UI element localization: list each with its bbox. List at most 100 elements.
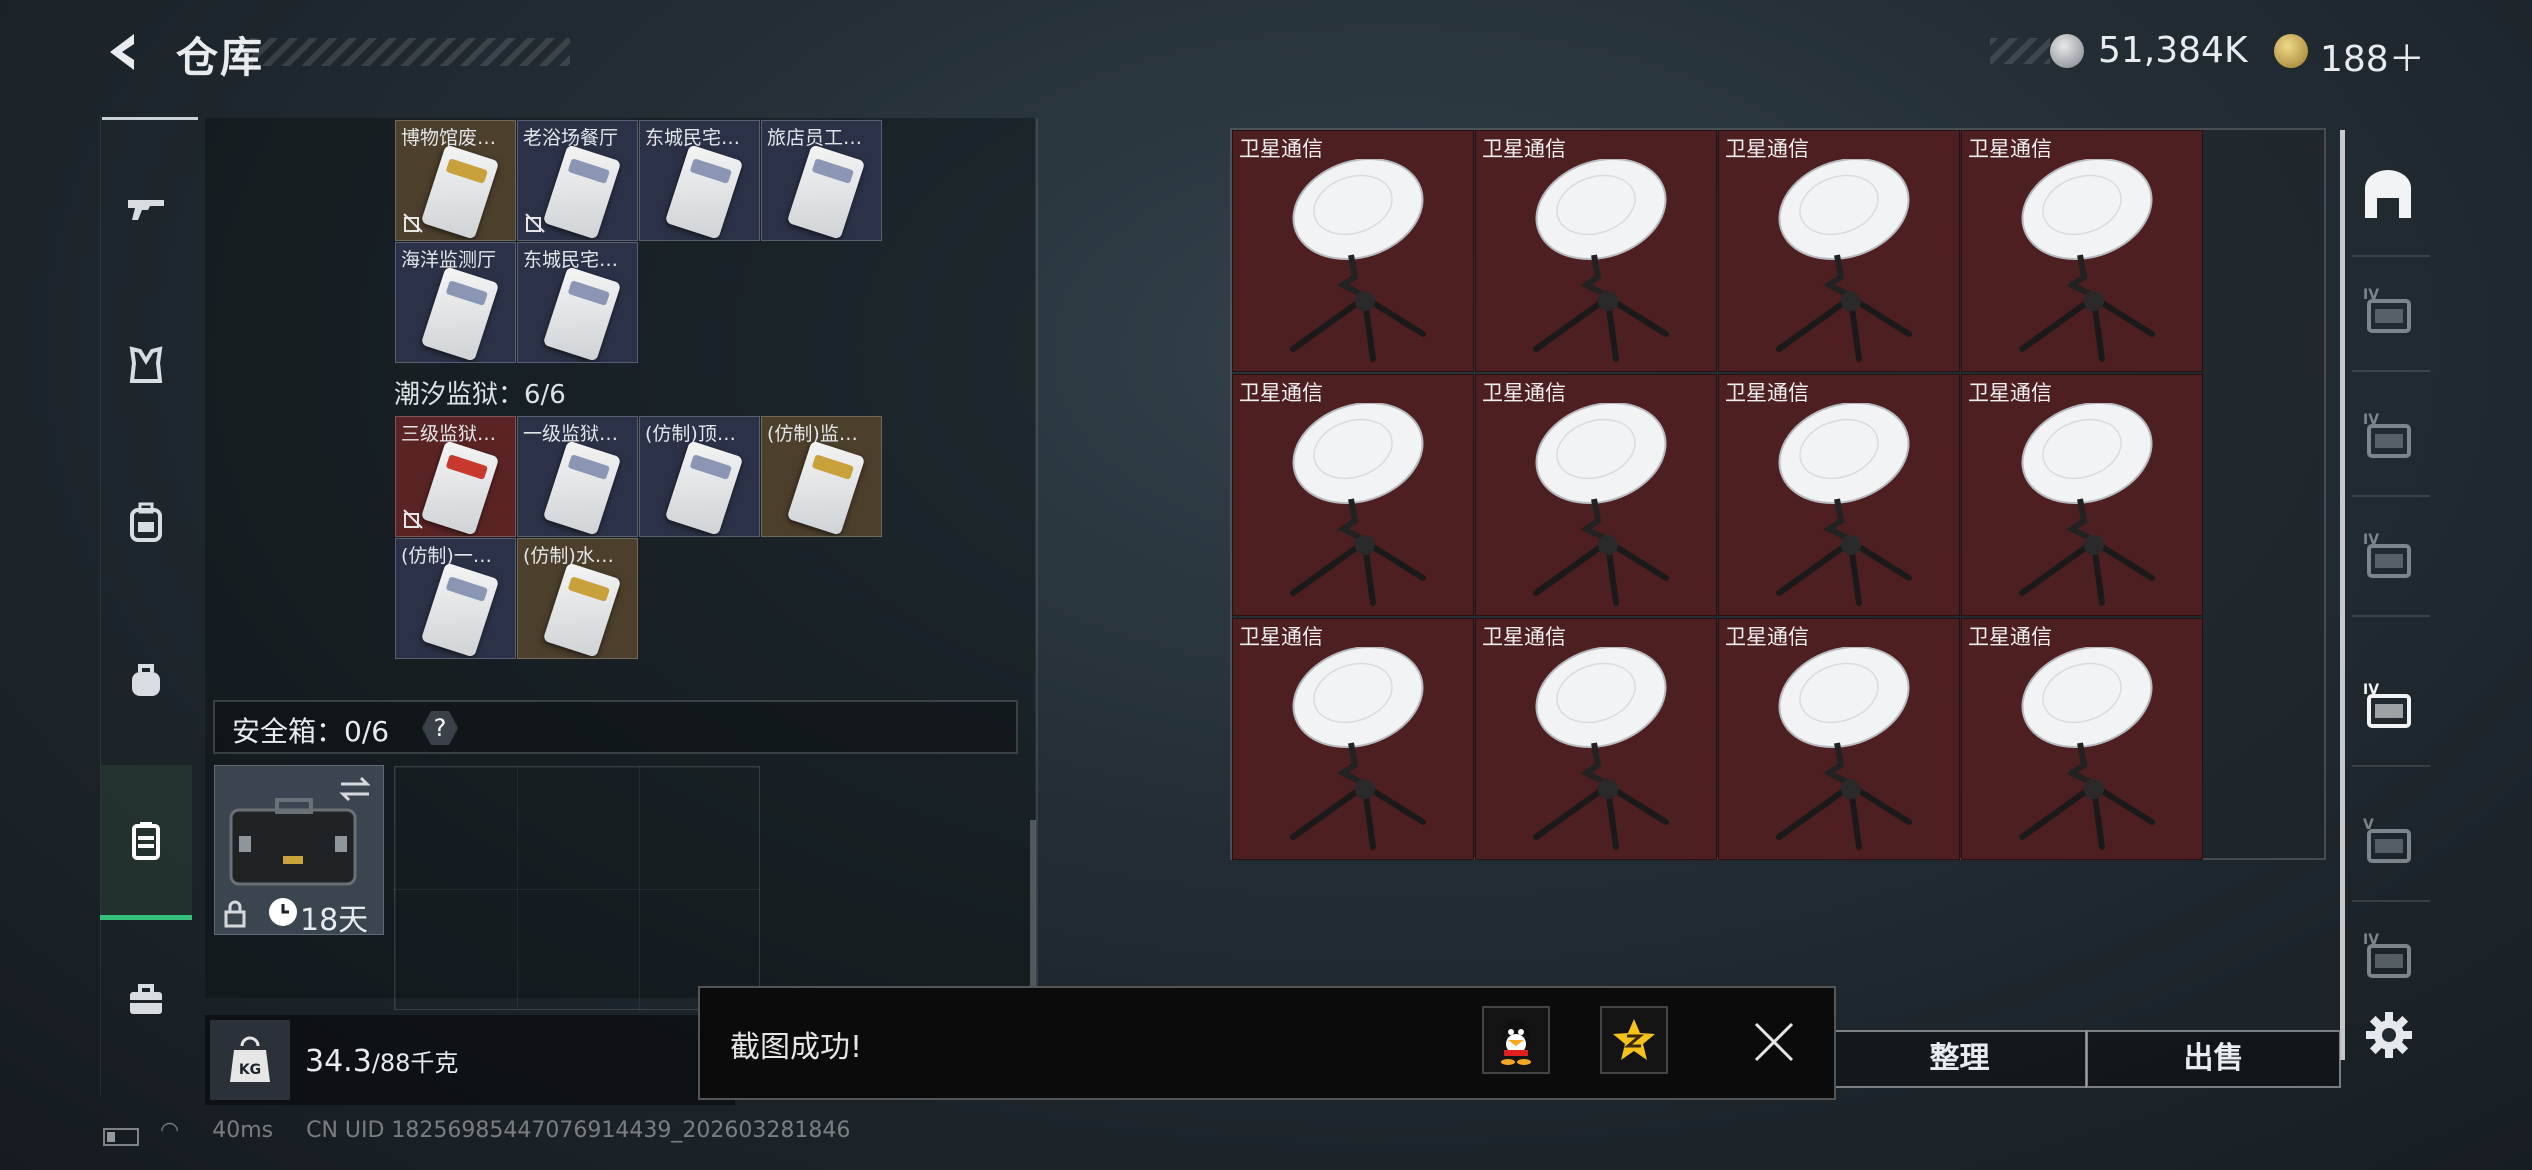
- safe-box-grid[interactable]: [394, 766, 760, 1010]
- stash-item-satellite[interactable]: 卫星通信: [1475, 130, 1717, 372]
- settings-gear-icon[interactable]: [2364, 1010, 2414, 1060]
- collection-item[interactable]: (仿制)监…: [761, 416, 882, 537]
- right-nav-case-iv-small[interactable]: IV: [2348, 905, 2428, 1005]
- satellite-dish-icon: [2019, 647, 2155, 850]
- clock-icon: [269, 898, 297, 926]
- right-nav-box-add-iv[interactable]: IV: [2348, 505, 2428, 605]
- satellite-dish-icon: [1290, 159, 1426, 362]
- storage-level-text: V: [2363, 817, 2374, 833]
- wifi-icon: ◠: [160, 1118, 180, 1143]
- status-bar: ◠ 40ms CN UID 18256985447076914439_20260…: [160, 1118, 876, 1143]
- rack-iv-icon: IV: [2363, 287, 2411, 333]
- collection-item[interactable]: (仿制)水…: [517, 538, 638, 659]
- weight-icon: KG: [210, 1020, 290, 1100]
- weight-unit: /88千克: [371, 1049, 459, 1077]
- nav-rifle[interactable]: [100, 158, 192, 258]
- sort-button[interactable]: 整理: [1832, 1030, 2087, 1088]
- share-qq-button[interactable]: [1482, 1006, 1550, 1074]
- satellite-dish-icon: [1290, 403, 1426, 606]
- nav-armor[interactable]: [100, 315, 192, 415]
- collection-item[interactable]: 三级监狱…: [395, 416, 516, 537]
- stash-item-satellite[interactable]: 卫星通信: [1961, 130, 2203, 372]
- unlinked-icon: [403, 213, 423, 233]
- box-add-iv-icon: IV: [2363, 532, 2411, 578]
- collection-item-label: (仿制)顶…: [645, 423, 736, 445]
- collection-item[interactable]: (仿制)一…: [395, 538, 516, 659]
- collection-item[interactable]: 老浴场餐厅: [517, 120, 638, 241]
- keycard-image: [542, 562, 622, 658]
- storage-level-text: IV: [2363, 287, 2379, 303]
- stash-item-satellite[interactable]: 卫星通信: [1961, 374, 2203, 616]
- collection-item[interactable]: 博物馆废…: [395, 120, 516, 241]
- right-nav-separator: [2352, 255, 2430, 257]
- back-arrow-icon[interactable]: [100, 28, 148, 76]
- collection-item-label: (仿制)监…: [767, 423, 858, 445]
- case-iv-icon: IV: [2363, 682, 2411, 728]
- share-qzone-button[interactable]: [1600, 1006, 1668, 1074]
- keycard-strip: [811, 454, 854, 480]
- keycard-strip: [689, 158, 732, 184]
- collection-item-label: 一级监狱…: [523, 423, 619, 445]
- collection-item[interactable]: 东城民宅…: [517, 242, 638, 363]
- weight-value: 34.3/88千克: [305, 1043, 458, 1079]
- collection-item[interactable]: 一级监狱…: [517, 416, 638, 537]
- ping-value: 40ms: [212, 1118, 274, 1143]
- keycard-strip: [445, 454, 488, 480]
- keycard-image: [420, 266, 500, 362]
- keycard-image: [420, 440, 500, 536]
- collection-item[interactable]: (仿制)顶…: [639, 416, 760, 537]
- storage-level-text: IV: [2363, 412, 2379, 428]
- sell-button[interactable]: 出售: [2086, 1030, 2341, 1088]
- toolbox-icon: [130, 984, 162, 1014]
- nav-bag[interactable]: [100, 630, 192, 730]
- keycard-image: [542, 440, 622, 536]
- nav-backpack[interactable]: [100, 472, 192, 572]
- qq-icon: [1501, 1020, 1531, 1065]
- right-nav-separator: [2352, 495, 2430, 497]
- nav-toolbox[interactable]: [100, 950, 192, 1050]
- prison-collection-label: 潮汐监狱：6/6: [394, 380, 566, 410]
- keycard-image: [542, 266, 622, 362]
- close-icon[interactable]: [1750, 1018, 1798, 1066]
- silver-coin-icon: [2050, 34, 2084, 68]
- stash-item-satellite[interactable]: 卫星通信: [1232, 130, 1474, 372]
- stash-item-satellite[interactable]: 卫星通信: [1475, 374, 1717, 616]
- collection-scrollbar[interactable]: [1030, 820, 1036, 1010]
- right-nav-home-stash[interactable]: [2348, 145, 2428, 245]
- keycard-image: [664, 144, 744, 240]
- stash-item-satellite[interactable]: 卫星通信: [1232, 618, 1474, 860]
- right-nav-case-iv[interactable]: IV: [2348, 655, 2428, 755]
- right-nav-shelf-iv[interactable]: IV: [2348, 385, 2428, 485]
- silver-currency-value: 51,384K: [2098, 30, 2248, 71]
- right-nav-case-v[interactable]: V: [2348, 790, 2428, 890]
- collection-item-label: 旅店员工…: [767, 127, 863, 149]
- gold-currency-value[interactable]: 188＋: [2320, 30, 2425, 82]
- collection-item-label: 博物馆废…: [401, 127, 497, 149]
- collection-item[interactable]: 海洋监测厅: [395, 242, 516, 363]
- stash-item-satellite[interactable]: 卫星通信: [1961, 618, 2203, 860]
- collection-item[interactable]: 旅店员工…: [761, 120, 882, 241]
- keycard-image: [420, 562, 500, 658]
- collection-item[interactable]: 东城民宅…: [639, 120, 760, 241]
- satellite-dish-icon: [1776, 159, 1912, 362]
- keycard-strip: [567, 280, 610, 306]
- nav-top-line: [102, 117, 198, 120]
- stash-item-satellite[interactable]: 卫星通信: [1718, 618, 1960, 860]
- backpack-icon: [130, 502, 162, 542]
- right-nav-separator: [2352, 765, 2430, 767]
- storage-level-text: IV: [2363, 532, 2379, 548]
- stash-item-satellite[interactable]: 卫星通信: [1232, 374, 1474, 616]
- nav-safe-case[interactable]: [100, 765, 192, 920]
- weight-current: 34.3: [305, 1044, 372, 1079]
- title-decoration: [250, 38, 570, 66]
- right-nav-rack-iv[interactable]: IV: [2348, 260, 2428, 360]
- keycard-image: [786, 440, 866, 536]
- keycard-image: [786, 144, 866, 240]
- stash-item-satellite[interactable]: 卫星通信: [1718, 374, 1960, 616]
- keycard-strip: [445, 576, 488, 602]
- stash-item-satellite[interactable]: 卫星通信: [1718, 130, 1960, 372]
- storage-level-text: IV: [2363, 682, 2379, 698]
- stash-item-satellite[interactable]: 卫星通信: [1475, 618, 1717, 860]
- keycard-strip: [445, 280, 488, 306]
- lock-icon: [224, 900, 246, 928]
